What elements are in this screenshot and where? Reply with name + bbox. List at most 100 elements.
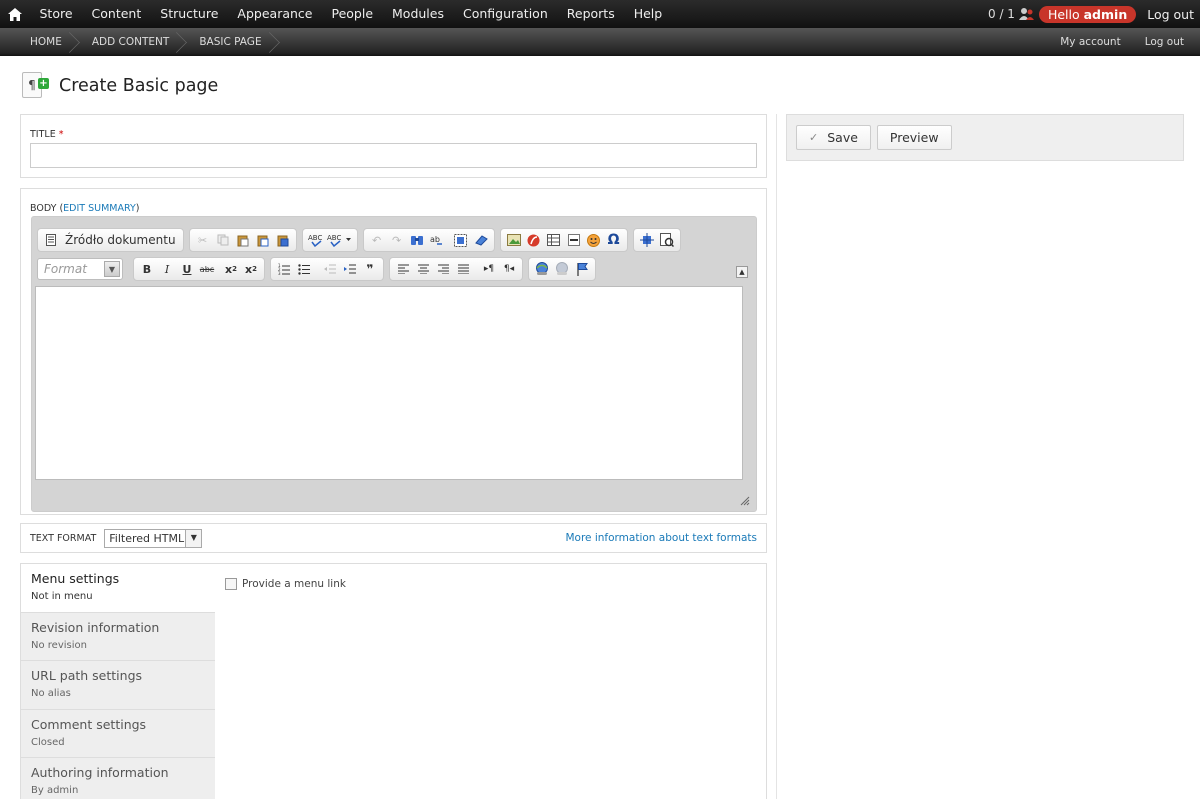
provide-menu-link-label[interactable]: Provide a menu link (242, 578, 346, 590)
save-button[interactable]: ✓ Save (796, 125, 871, 150)
align-justify-icon[interactable] (453, 259, 473, 279)
subscript-button[interactable]: x2 (221, 259, 241, 279)
toolbar-group-links (528, 257, 596, 281)
anchor-flag-icon[interactable] (572, 259, 592, 279)
text-direction-rtl-button[interactable]: ¶◂ (499, 259, 519, 279)
breadcrumb: HOME ADD CONTENT BASIC PAGE My account L… (0, 28, 1200, 56)
tab-url-path-settings[interactable]: URL path settings No alias (21, 661, 215, 710)
undo-icon[interactable]: ↶ (367, 230, 387, 250)
indent-icon[interactable] (340, 259, 360, 279)
select-all-icon[interactable] (451, 230, 471, 250)
admin-menu-user: 0 / 1 Hello admin Log out (988, 0, 1194, 28)
title-label: TITLE * (30, 129, 63, 140)
tab-title: Revision information (31, 619, 160, 635)
admin-menu-store[interactable]: Store (30, 0, 82, 28)
my-account-link[interactable]: My account (1060, 36, 1120, 48)
hello-user-badge[interactable]: Hello admin (1038, 5, 1137, 23)
tab-menu-settings[interactable]: Menu settings Not in menu (21, 564, 215, 613)
italic-button[interactable]: I (157, 259, 177, 279)
replace-icon[interactable]: ab (427, 230, 447, 250)
admin-menu-help[interactable]: Help (624, 0, 672, 28)
admin-menu-modules[interactable]: Modules (383, 0, 454, 28)
copy-icon[interactable] (213, 230, 233, 250)
tab-title: Menu settings (31, 571, 120, 586)
source-button[interactable]: Źródło dokumentu (61, 230, 180, 250)
menu-settings-pane: Provide a menu link (225, 578, 346, 590)
title-input[interactable] (30, 143, 757, 168)
superscript-button[interactable]: x2 (241, 259, 261, 279)
logout-link[interactable]: Log out (1147, 7, 1194, 22)
editor-toolbar-row-2: Format ▼ B I U abc x2 x2 123 ❞ ▸¶ ¶◂ (37, 257, 601, 281)
align-center-icon[interactable] (413, 259, 433, 279)
spellcheck-icon[interactable]: ABC (306, 230, 326, 250)
toolbar-group-edit: ↶ ↷ ab (362, 228, 495, 252)
align-left-icon[interactable] (393, 259, 413, 279)
underline-button[interactable]: U (177, 259, 197, 279)
wysiwyg-editor: Źródło dokumentu ✂ ABC ABC ↶ ↷ ab Ω Form… (31, 216, 757, 512)
required-marker: * (58, 129, 64, 140)
breadcrumb-logout-link[interactable]: Log out (1145, 36, 1184, 48)
cut-icon[interactable]: ✂ (193, 230, 213, 250)
bold-button[interactable]: B (137, 259, 157, 279)
spellcheck-options-icon[interactable]: ABC (326, 230, 354, 250)
flash-icon[interactable] (524, 230, 544, 250)
breadcrumb-home[interactable]: HOME (0, 28, 82, 56)
svg-text:ab: ab (430, 235, 440, 244)
chevron-down-icon: ▼ (104, 261, 120, 277)
vertical-tabs: Menu settings Not in menu Revision infor… (20, 563, 767, 799)
bulleted-list-icon[interactable] (294, 259, 314, 279)
admin-menu-appearance[interactable]: Appearance (228, 0, 322, 28)
unlink-icon[interactable] (552, 259, 572, 279)
admin-menu-structure[interactable]: Structure (151, 0, 228, 28)
show-blocks-icon[interactable] (657, 230, 677, 250)
paste-icon[interactable] (233, 230, 253, 250)
text-format-help-link[interactable]: More information about text formats (565, 532, 757, 544)
paste-text-icon[interactable] (253, 230, 273, 250)
breadcrumb-basic-page[interactable]: BASIC PAGE (189, 28, 281, 56)
actions-panel: ✓ Save Preview (786, 114, 1184, 161)
outdent-icon[interactable] (320, 259, 340, 279)
horizontal-rule-icon[interactable] (564, 230, 584, 250)
maximize-icon[interactable] (637, 230, 657, 250)
toolbar-group-tools (632, 228, 681, 252)
admin-menu-people[interactable]: People (322, 0, 383, 28)
admin-menu-reports[interactable]: Reports (557, 0, 624, 28)
edit-summary-link[interactable]: EDIT SUMMARY (63, 203, 136, 214)
table-icon[interactable] (544, 230, 564, 250)
format-dropdown[interactable]: Format ▼ (37, 258, 123, 280)
align-right-icon[interactable] (433, 259, 453, 279)
smiley-icon[interactable] (584, 230, 604, 250)
body-panel: BODY (EDIT SUMMARY) Źródło dokumentu ✂ A… (20, 188, 767, 515)
admin-menu-content[interactable]: Content (82, 0, 151, 28)
strikethrough-button[interactable]: abc (197, 259, 217, 279)
special-char-icon[interactable]: Ω (604, 230, 624, 250)
tab-comment-settings[interactable]: Comment settings Closed (21, 709, 215, 758)
provide-menu-link-checkbox[interactable] (225, 578, 237, 590)
home-icon[interactable] (0, 0, 30, 28)
text-direction-ltr-button[interactable]: ▸¶ (479, 259, 499, 279)
find-icon[interactable] (407, 230, 427, 250)
remove-format-icon[interactable] (471, 230, 491, 250)
online-users-counter[interactable]: 0 / 1 (988, 7, 1015, 21)
hello-username: admin (1083, 6, 1128, 22)
blockquote-button[interactable]: ❞ (360, 259, 380, 279)
admin-menu-nav: Store Content Structure Appearance Peopl… (30, 0, 672, 28)
toolbar-collapse-button[interactable]: ▲ (736, 266, 748, 278)
resize-grip-icon[interactable] (738, 494, 750, 506)
link-icon[interactable] (532, 259, 552, 279)
image-icon[interactable] (504, 230, 524, 250)
text-format-select[interactable]: Filtered HTML ▼ (104, 528, 203, 548)
admin-menu-configuration[interactable]: Configuration (453, 0, 557, 28)
numbered-list-icon[interactable]: 123 (274, 259, 294, 279)
tab-summary: Closed (31, 736, 65, 748)
tab-revision-information[interactable]: Revision information No revision (21, 612, 215, 661)
chevron-down-icon: ▼ (185, 529, 202, 547)
redo-icon[interactable]: ↷ (387, 230, 407, 250)
paste-word-icon[interactable] (273, 230, 293, 250)
tab-authoring-information[interactable]: Authoring information By admin (21, 758, 215, 799)
subscript-mark: 2 (232, 265, 237, 273)
breadcrumb-add-content[interactable]: ADD CONTENT (82, 28, 189, 56)
preview-button[interactable]: Preview (876, 125, 952, 150)
editor-content-area[interactable] (35, 286, 743, 480)
editor-toolbar-row-1: Źródło dokumentu ✂ ABC ABC ↶ ↷ ab Ω (37, 228, 686, 252)
